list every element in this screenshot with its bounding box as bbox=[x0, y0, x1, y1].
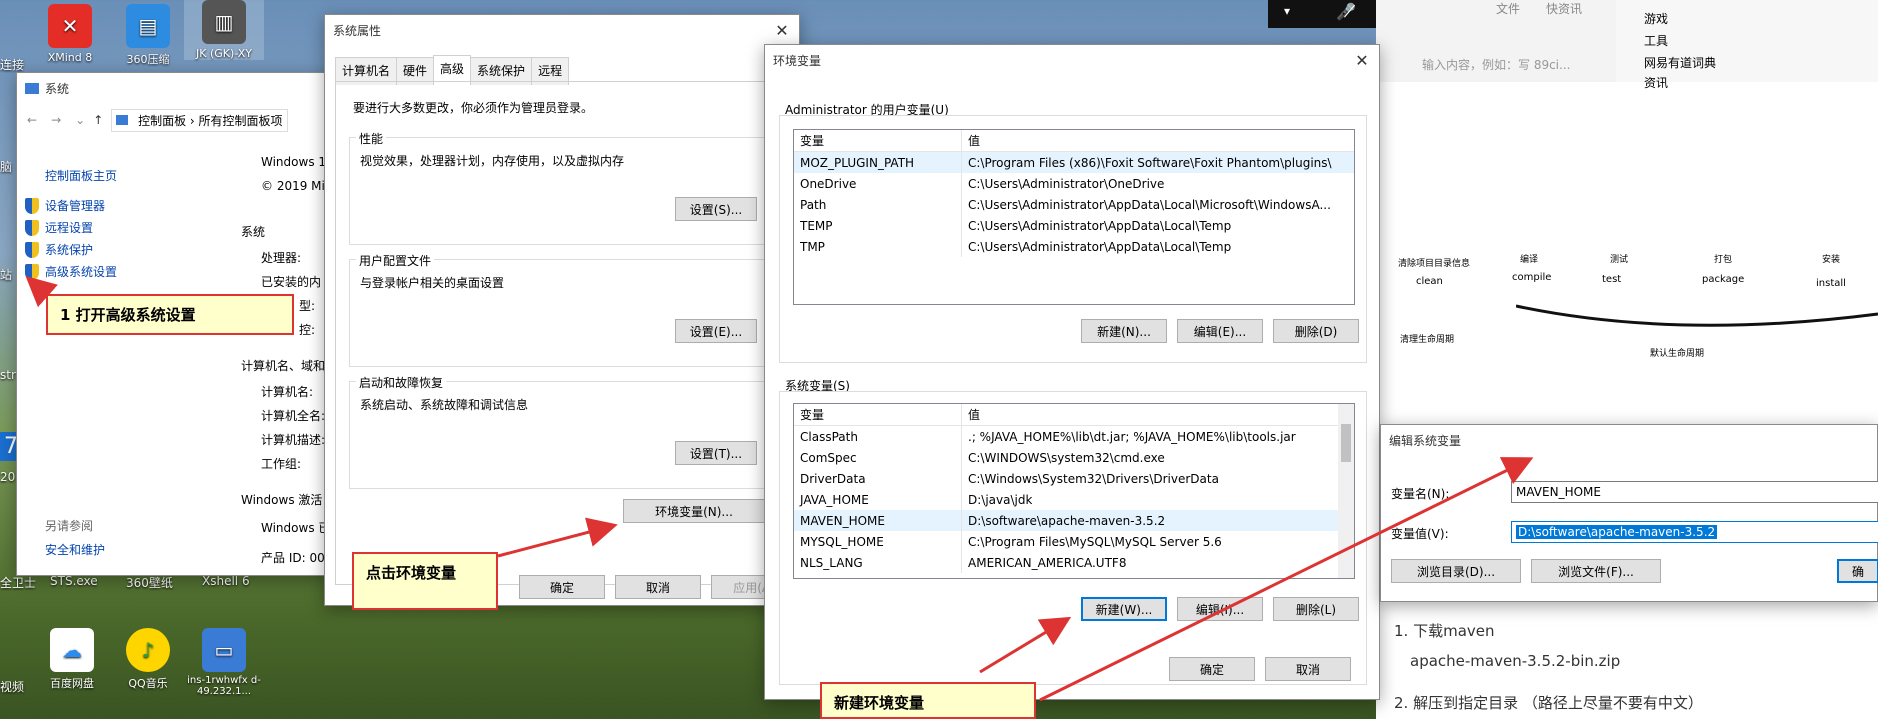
arrow-step1 bbox=[25, 276, 58, 308]
arrow-step3a bbox=[979, 616, 1072, 674]
annotation-arrows bbox=[25, 276, 1534, 702]
arrow-step2 bbox=[497, 517, 618, 558]
arrow-step3b bbox=[1039, 457, 1534, 702]
